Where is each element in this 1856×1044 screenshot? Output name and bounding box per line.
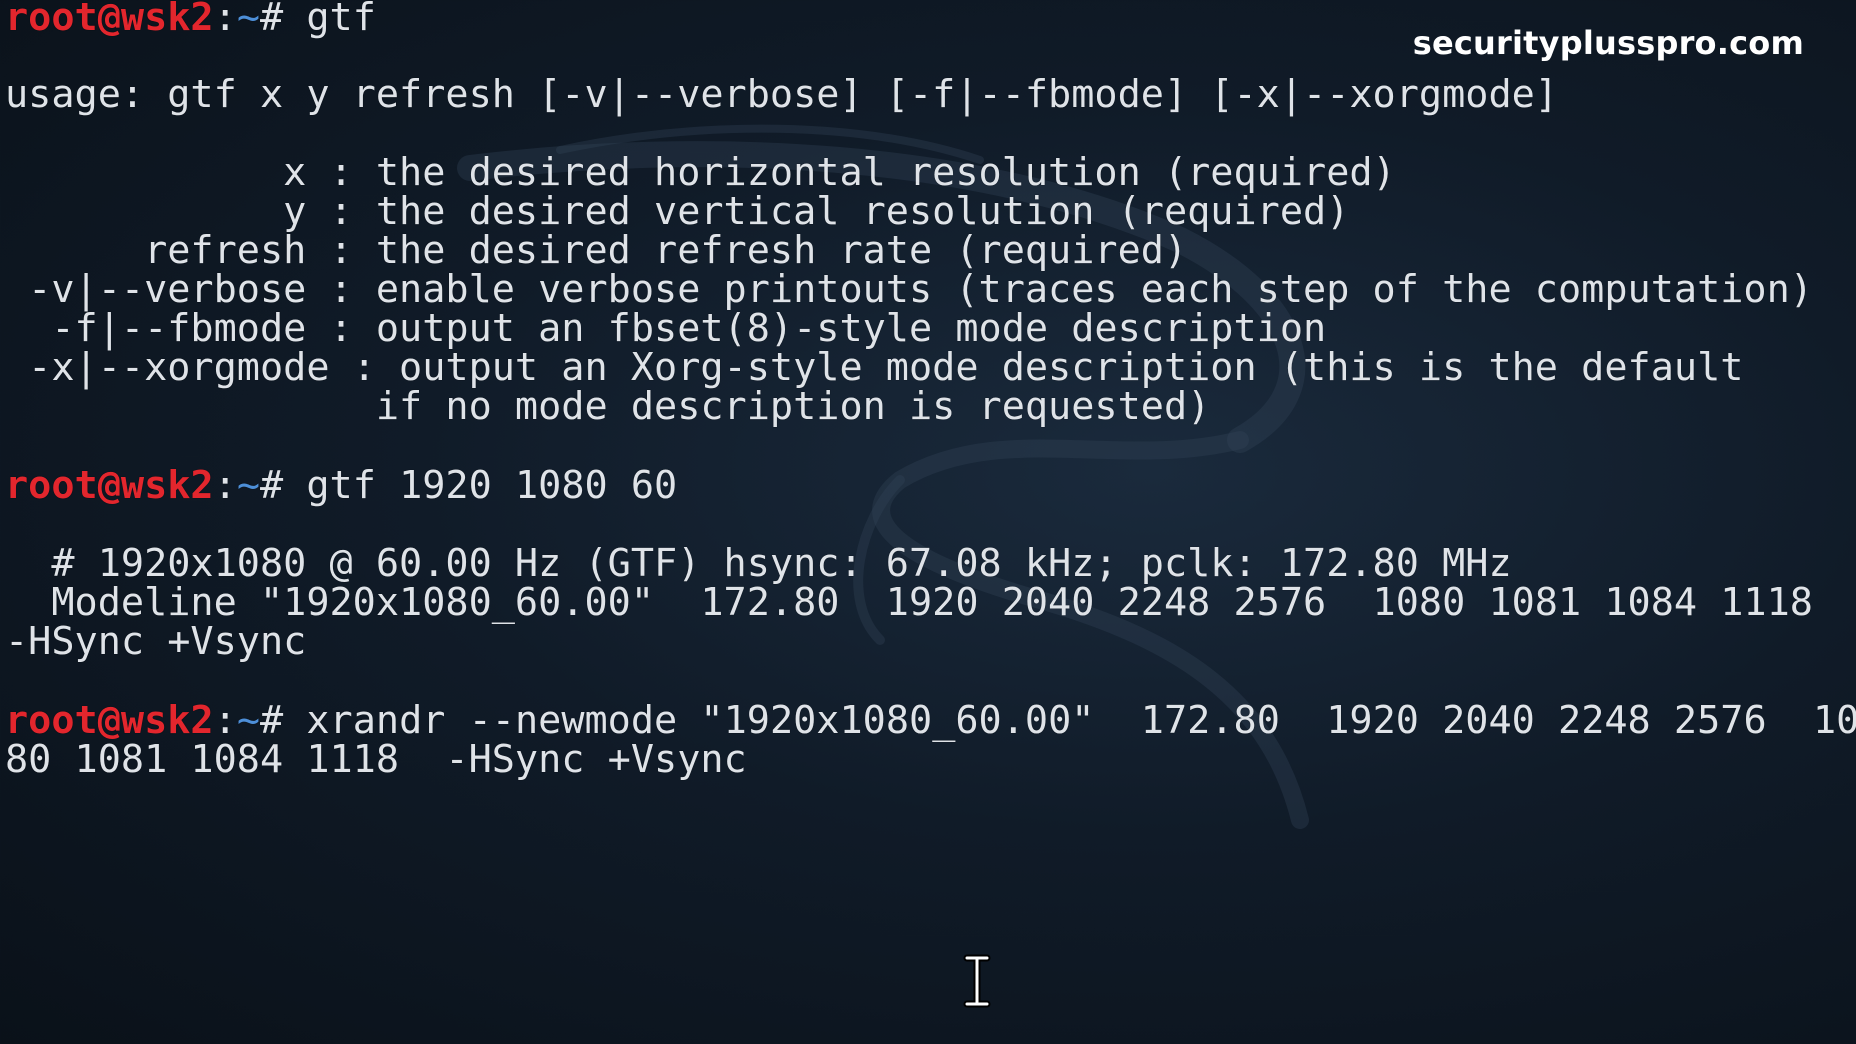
prompt-dir: ~ [236, 463, 260, 508]
prompt-colon: : [213, 0, 237, 40]
modeline-sync-line: -HSync +Vsync [5, 619, 307, 664]
prompt-dir: ~ [236, 0, 260, 40]
prompt-hash: # [260, 463, 307, 508]
prompt-line-1: root@wsk2:~# gtf [5, 0, 376, 41]
usage-line: usage: gtf x y refresh [-v|--verbose] [-… [5, 72, 1558, 117]
help-line-xorgmode-cont: if no mode description is requested) [5, 384, 1211, 429]
prompt-colon: : [213, 463, 237, 508]
text-cursor-icon [963, 954, 991, 1008]
terminal-window[interactable]: root@wsk2:~# gtf usage: gtf x y refresh … [0, 0, 1856, 1044]
command-xrandr-cont: 80 1081 1084 1118 -HSync +Vsync [5, 737, 747, 782]
prompt-line-2: root@wsk2:~# gtf 1920 1080 60 [5, 463, 677, 509]
watermark-text: securityplusspro.com [1412, 24, 1804, 62]
prompt-hash: # [260, 0, 307, 40]
prompt-user: root@wsk2 [5, 0, 214, 40]
command-gtf-1920: gtf 1920 1080 60 [306, 463, 678, 508]
command-gtf: gtf [306, 0, 376, 40]
prompt-user: root@wsk2 [5, 463, 214, 508]
